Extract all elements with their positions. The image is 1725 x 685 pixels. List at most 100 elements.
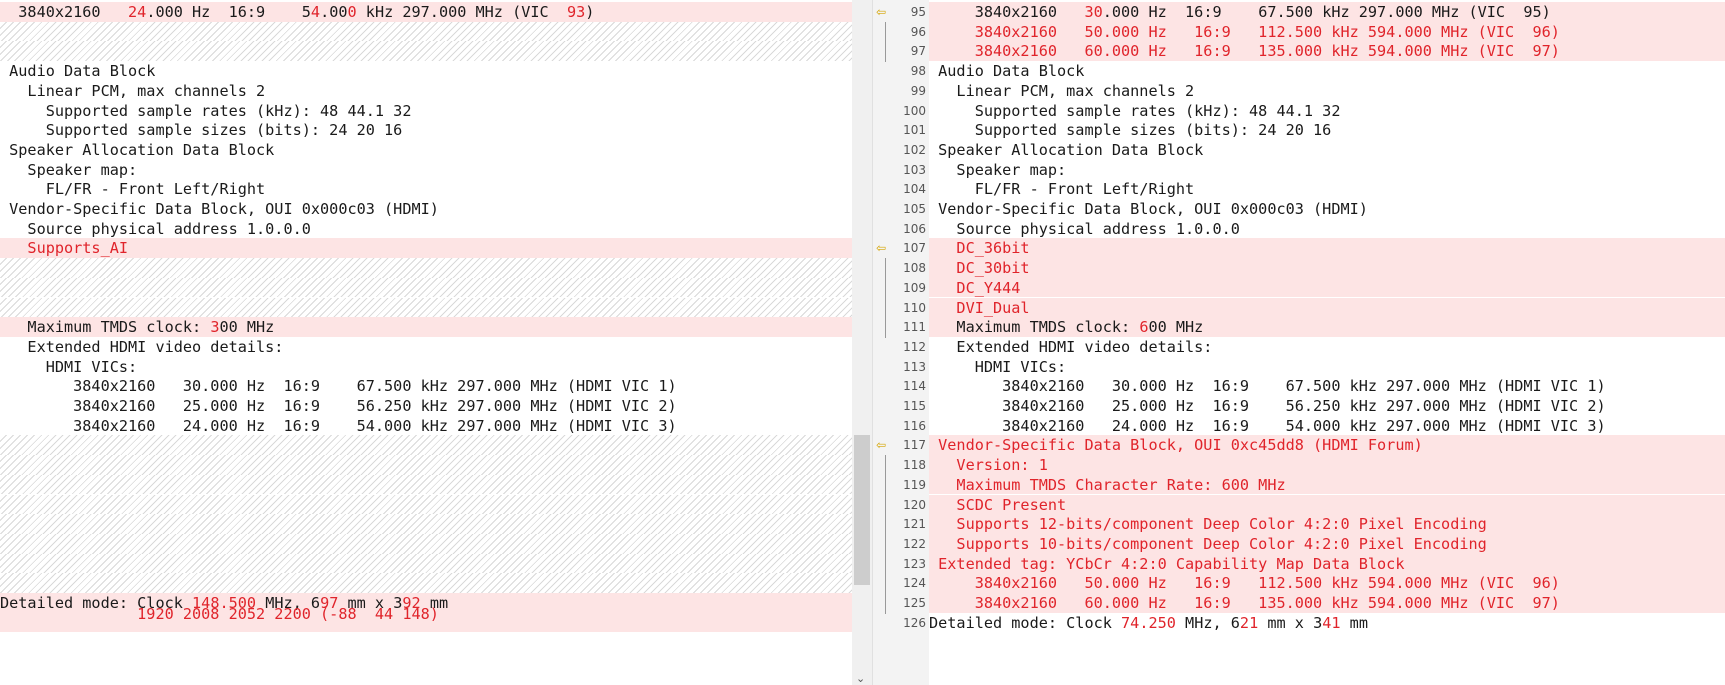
line-text: Source physical address 1.0.0.0: [0, 219, 311, 238]
change-bracket: [885, 573, 886, 595]
line-number: 96: [873, 21, 930, 43]
change-bracket: [885, 317, 886, 339]
line-text: 3840x2160 50.000 Hz 16:9 112.500 kHz 594…: [929, 574, 1560, 593]
line-number: 115: [903, 399, 926, 413]
line-text: Vendor-Specific Data Block, OUI 0x000c03…: [0, 200, 439, 218]
line-text: 3840x2160 25.000 Hz 16:9 56.250 kHz 297.…: [929, 397, 1606, 415]
change-bracket: [885, 277, 886, 299]
copy-left-arrow-icon[interactable]: ⇦: [876, 435, 886, 456]
right-diff-line: 3840x2160 50.000 Hz 16:9 112.500 kHz 594…: [929, 21, 1725, 42]
change-bracket: [885, 258, 886, 280]
line-text: 3840x2160 24.000 Hz 16:9 54.000 kHz 297.…: [0, 3, 595, 21]
line-text: Linear PCM, max channels 2: [0, 81, 266, 100]
right-diff-line: 3840x2160 50.000 Hz 16:9 112.500 kHz 594…: [929, 573, 1725, 593]
left-diff-line: Speaker Allocation Data Block: [0, 140, 852, 160]
line-text: 3840x2160 24.000 Hz 16:9 54.000 kHz 297.…: [929, 416, 1606, 435]
line-text: 3840x2160 24.000 Hz 16:9 54.000 kHz 297.…: [0, 416, 677, 435]
copy-left-arrow-icon[interactable]: ⇦: [876, 2, 886, 23]
line-text: Supports 12-bits/component Deep Color 4:…: [929, 515, 1487, 534]
line-number: 102: [903, 142, 926, 157]
left-placeholder-line: [0, 553, 852, 574]
left-diff-line: Maximum TMDS clock: 300 MHz: [0, 317, 852, 337]
line-number: 119: [873, 474, 930, 496]
right-diff-line: Speaker Allocation Data Block: [929, 140, 1725, 160]
right-diff-line: HDMI VICs:: [929, 357, 1725, 377]
left-placeholder-line: [0, 474, 852, 495]
line-number: 109: [873, 277, 930, 299]
line-text: FL/FR - Front Left/Right: [0, 180, 266, 199]
right-diff-line: 3840x2160 60.000 Hz 16:9 135.000 kHz 594…: [929, 41, 1725, 62]
right-diff-line: Speaker map:: [929, 160, 1725, 180]
line-text: Extended HDMI video details:: [0, 337, 284, 356]
left-diff-line: 3840x2160 30.000 Hz 16:9 67.500 kHz 297.…: [0, 376, 852, 396]
line-text: Extended tag: YCbCr 4:2:0 Capability Map…: [929, 554, 1405, 573]
right-diff-line: Supported sample sizes (bits): 24 20 16: [929, 120, 1725, 140]
line-text: Maximum TMDS Character Rate: 600 MHz: [929, 475, 1286, 494]
line-text: Supports_AI: [0, 239, 129, 258]
line-text: 3840x2160 30.000 Hz 16:9 67.500 kHz 297.…: [0, 377, 677, 396]
line-number: 123: [873, 553, 930, 575]
line-text: Linear PCM, max channels 2: [929, 81, 1195, 100]
line-number: 114: [903, 379, 926, 394]
change-bracket: [885, 533, 886, 555]
line-number: 100: [903, 103, 926, 118]
line-number: 97: [873, 41, 930, 63]
line-number: 105: [903, 202, 926, 216]
right-diff-line: DC_Y444: [929, 277, 1725, 298]
line-text: 3840x2160 30.000 Hz 16:9 67.500 kHz 297.…: [929, 3, 1551, 21]
line-number: 125: [873, 593, 930, 614]
left-placeholder-line: [0, 258, 852, 278]
line-text: FL/FR - Front Left/Right: [929, 180, 1195, 199]
line-text: Vendor-Specific Data Block, OUI 0x000c03…: [929, 200, 1368, 218]
right-diff-line: Extended tag: YCbCr 4:2:0 Capability Map…: [929, 553, 1725, 574]
left-diff-line: Speaker map:: [0, 160, 852, 180]
line-number: 121: [873, 514, 930, 536]
line-number: 126: [903, 615, 926, 630]
left-pane[interactable]: 3840x2160 24.000 Hz 16:9 54.000 kHz 297.…: [0, 0, 852, 685]
line-number-gutter: ⇦ 95 96 97 98 99 100 101 102 103 104 105 106 ⇦ 107 108 1…: [872, 0, 930, 685]
line-text: DC_30bit: [929, 259, 1030, 278]
line-number: 111: [873, 317, 930, 339]
right-diff-line: Supports 10-bits/component Deep Color 4:…: [929, 533, 1725, 554]
line-number: 120: [873, 494, 930, 516]
left-placeholder-line: [0, 21, 852, 42]
right-diff-line: 3840x2160 24.000 Hz 16:9 54.000 kHz 297.…: [929, 416, 1725, 436]
right-diff-line: 3840x2160 25.000 Hz 16:9 56.250 kHz 297.…: [929, 396, 1725, 416]
line-number: 122: [873, 533, 930, 555]
line-number: 118: [873, 455, 930, 477]
right-diff-line: Linear PCM, max channels 2: [929, 81, 1725, 101]
copy-left-arrow-icon[interactable]: ⇦: [876, 238, 886, 259]
right-diff-line: FL/FR - Front Left/Right: [929, 179, 1725, 199]
right-diff-line: DVI_Dual: [929, 297, 1725, 318]
scroll-down-arrow-icon[interactable]: ⌄: [856, 672, 865, 685]
line-text: HDMI VICs:: [0, 357, 138, 376]
line-number: 99: [910, 83, 926, 98]
line-text: Maximum TMDS clock: 300 MHz: [0, 318, 275, 337]
vertical-scrollbar[interactable]: ⌄: [852, 0, 872, 685]
line-text: Source physical address 1.0.0.0: [929, 219, 1240, 238]
line-number: 101: [903, 123, 926, 138]
right-diff-line: Maximum TMDS clock: 600 MHz: [929, 317, 1725, 337]
scrollbar-thumb[interactable]: [854, 435, 870, 585]
line-number: 108: [873, 258, 930, 280]
left-placeholder-line: [0, 514, 852, 534]
left-diff-line: HDMI VICs:: [0, 357, 852, 377]
line-text: DC_Y444: [929, 278, 1021, 297]
left-diff-line: Source physical address 1.0.0.0: [0, 219, 852, 239]
line-text: Detailed mode: Clock 74.250 MHz, 621 mm …: [929, 613, 1368, 632]
change-bracket: [885, 455, 886, 477]
right-pane[interactable]: 3840x2160 30.000 Hz 16:9 67.500 kHz 297.…: [929, 0, 1725, 685]
line-number: 110: [873, 297, 930, 319]
line-text: Speaker Allocation Data Block: [929, 140, 1204, 159]
line-text: DVI_Dual: [929, 298, 1030, 317]
right-diff-line: Source physical address 1.0.0.0: [929, 219, 1725, 239]
left-diff-line: Vendor-Specific Data Block, OUI 0x000c03…: [0, 199, 852, 219]
right-diff-line: Version: 1: [929, 455, 1725, 475]
right-diff-line: Vendor-Specific Data Block, OUI 0xc45dd8…: [929, 435, 1725, 456]
line-text: 1920 2008 2052 2200 (-88 44 148): [0, 604, 439, 623]
line-text: 3840x2160 25.000 Hz 16:9 56.250 kHz 297.…: [0, 397, 677, 415]
line-text: Version: 1: [929, 456, 1048, 475]
right-diff-line: DC_30bit: [929, 258, 1725, 278]
left-placeholder-line: [0, 277, 852, 298]
right-diff-line: Detailed mode: Clock 74.250 MHz, 621 mm …: [929, 613, 1725, 633]
